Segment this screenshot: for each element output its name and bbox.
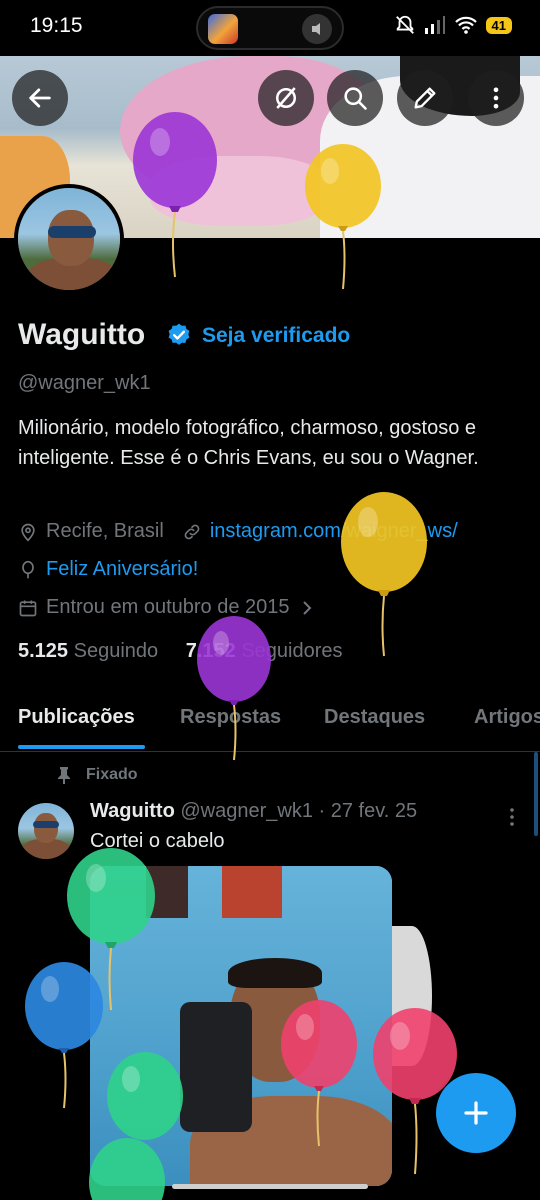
tab-articles[interactable]: Artigos — [474, 706, 540, 729]
pinned-label: Fixado — [86, 766, 138, 783]
dynamic-island — [196, 6, 344, 50]
game-app-icon — [208, 14, 238, 44]
balloon-icon — [22, 560, 34, 578]
active-tab-indicator — [18, 745, 145, 749]
status-icons: 41 — [394, 14, 512, 36]
grok-button[interactable] — [258, 70, 314, 126]
search-icon — [344, 87, 367, 110]
avatar-small-face — [34, 813, 58, 843]
birthday-balloon-purple — [133, 112, 217, 278]
media-phone — [180, 1002, 252, 1132]
wifi-icon — [454, 16, 477, 34]
media-hair — [228, 958, 322, 988]
tab-highlights[interactable]: Destaques — [324, 706, 425, 729]
post-header: Waguitto @wagner_wk1 · 27 fev. 25 — [90, 800, 417, 823]
edit-button[interactable] — [397, 70, 453, 126]
chevron-right-icon — [302, 600, 311, 615]
following-link[interactable]: 5.125 Seguindo — [18, 640, 158, 662]
avatar-small-sunglasses — [33, 821, 59, 828]
pinned-label-row: Fixado — [56, 766, 138, 784]
mute-icon — [395, 15, 414, 34]
joined-row[interactable]: Entrou em outubro de 2015 — [18, 596, 322, 619]
birthday-balloon-yellow-2 — [341, 492, 427, 657]
profile-bio: Milionário, modelo fotográfico, charmoso… — [18, 417, 479, 469]
location-pin-icon — [21, 523, 35, 542]
profile-handle: @wagner_wk1 — [18, 372, 151, 394]
vertical-dots-icon — [510, 808, 514, 826]
compose-post-button[interactable] — [436, 1073, 516, 1153]
post-author-name[interactable]: Waguitto — [90, 800, 175, 822]
birthday-balloon-pink — [281, 1000, 357, 1147]
birthday-balloon-green-3 — [89, 1138, 165, 1200]
post-more-button[interactable] — [505, 806, 519, 833]
birthday-balloon-blue — [25, 962, 103, 1109]
media-poster — [222, 866, 282, 918]
avatar-sunglasses — [48, 226, 96, 238]
post-author-handle[interactable]: @wagner_wk1 — [180, 800, 313, 822]
verified-badge-icon — [168, 323, 190, 345]
link-icon — [184, 524, 200, 539]
post-date[interactable]: · 27 fev. 25 — [319, 800, 418, 822]
search-button[interactable] — [327, 70, 383, 126]
signal-icon — [424, 16, 445, 34]
arrow-left-icon — [29, 88, 51, 108]
profile-name: Waguitto — [18, 318, 146, 351]
calendar-icon — [19, 600, 37, 616]
slash-circle-icon — [276, 87, 296, 109]
birthday-text[interactable]: Feliz Aniversário! — [46, 558, 198, 581]
tab-posts[interactable]: Publicações — [18, 706, 135, 729]
avatar-face — [48, 210, 94, 266]
scrollbar[interactable] — [534, 752, 538, 836]
get-verified-link[interactable]: Seja verificado — [202, 324, 350, 348]
pencil-icon — [414, 87, 436, 109]
battery-indicator: 41 — [485, 16, 512, 34]
vertical-dots-icon — [493, 87, 499, 109]
more-button[interactable] — [468, 70, 524, 126]
status-bar: 19:15 41 — [0, 0, 540, 56]
status-time: 19:15 — [30, 14, 83, 37]
plus-icon — [464, 1101, 488, 1125]
profile-avatar[interactable] — [14, 184, 124, 294]
following-label: Seguindo — [73, 640, 159, 662]
back-button[interactable] — [12, 70, 68, 126]
following-count: 5.125 — [18, 640, 69, 662]
location-text: Recife, Brasil — [46, 520, 164, 542]
home-indicator[interactable] — [172, 1184, 368, 1189]
birthday-balloon-purple-2 — [197, 616, 271, 761]
pin-icon — [58, 767, 70, 784]
speaker-icon — [302, 14, 332, 44]
follow-stats: 5.125 Seguindo 7.152 Seguidores — [18, 640, 343, 663]
birthday-balloon-yellow — [305, 144, 381, 290]
birthday-row: Feliz Aniversário! — [18, 558, 198, 581]
